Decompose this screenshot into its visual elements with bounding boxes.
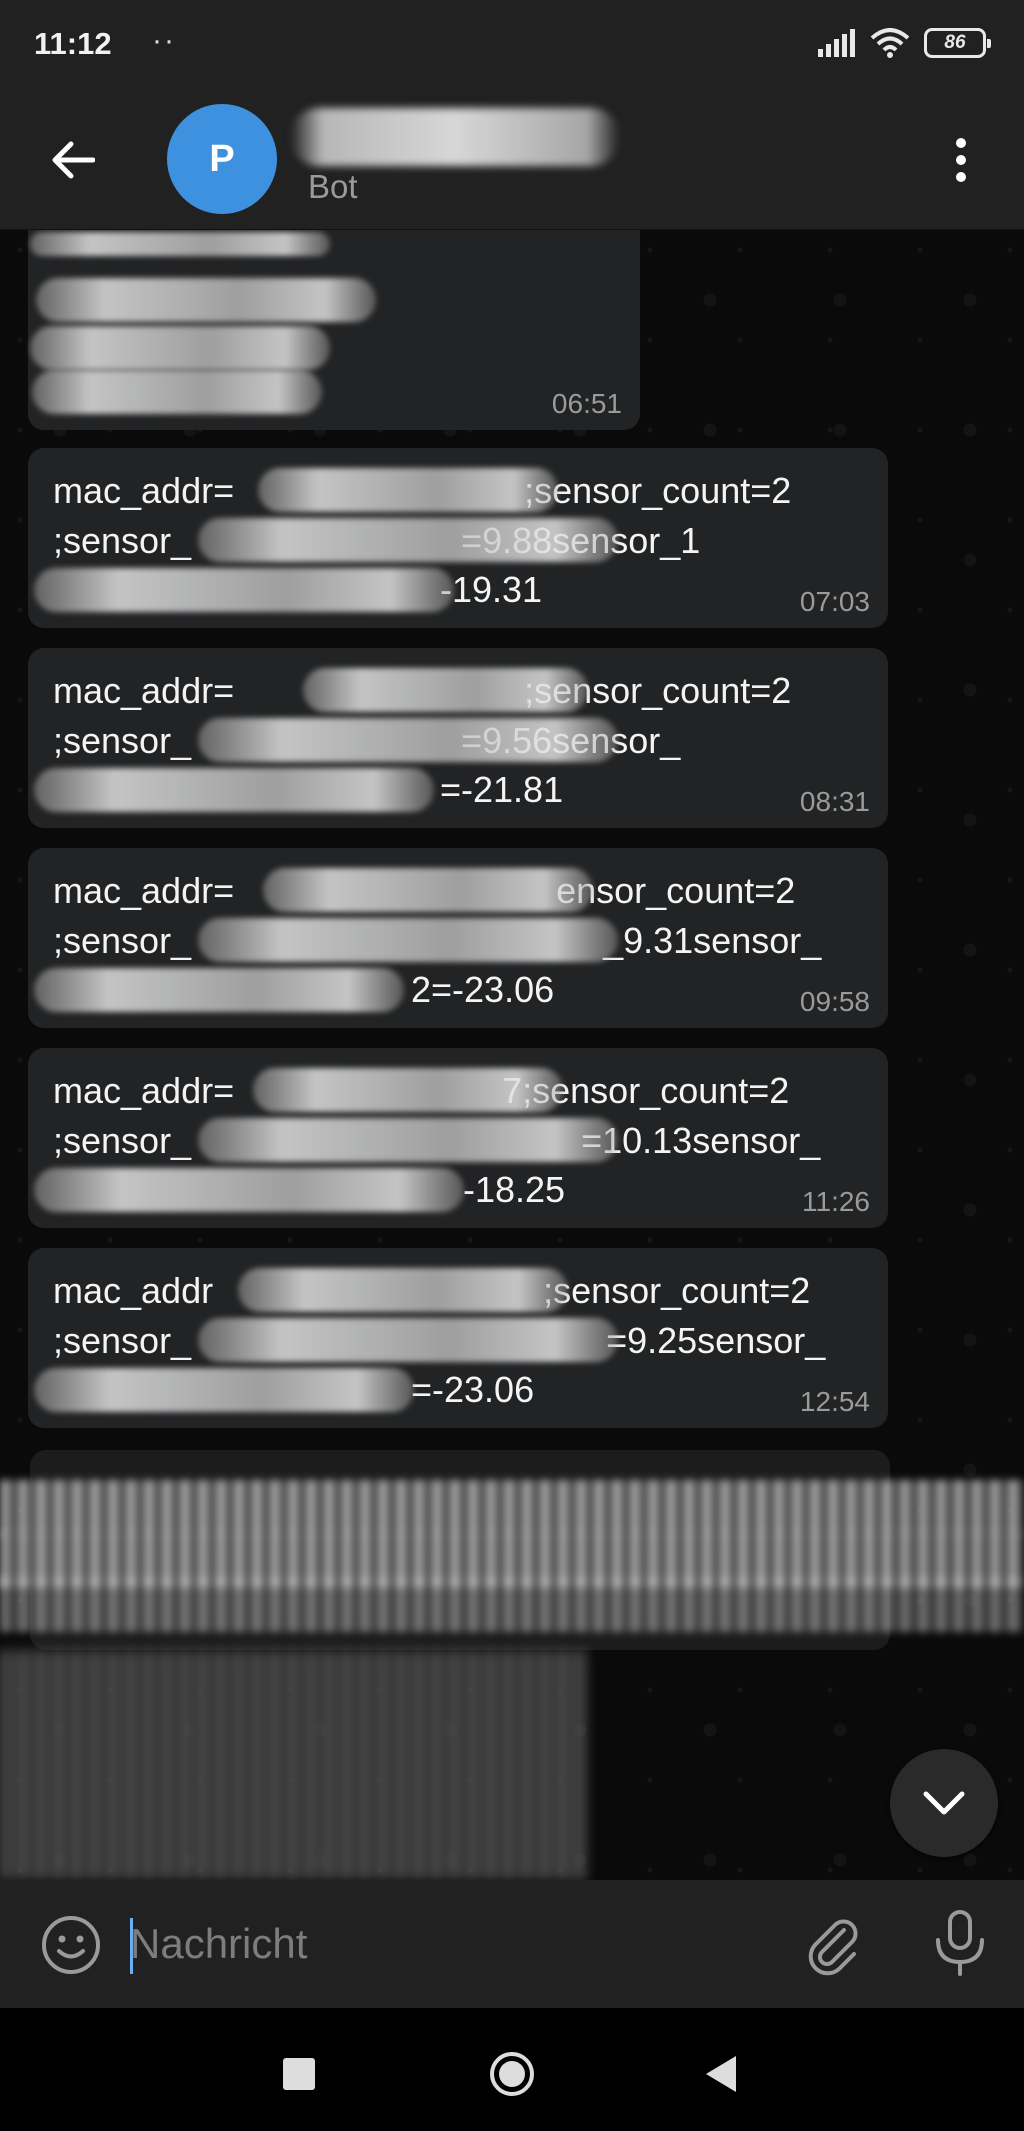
message-time: 08:31 bbox=[799, 786, 870, 817]
redacted-text bbox=[32, 370, 322, 414]
redacted-text bbox=[198, 918, 618, 962]
signal-icon bbox=[818, 29, 855, 57]
more-vert-icon bbox=[956, 138, 966, 182]
message-bubble[interactable]: mac_addr= 7;sensor_count=2 ;sensor_ =10.13… bbox=[28, 1048, 888, 1228]
redacted-text bbox=[36, 278, 376, 322]
redacted-text bbox=[0, 1480, 1024, 1536]
microphone-icon[interactable] bbox=[930, 1910, 990, 1978]
text-part: 2=-23.06 bbox=[411, 969, 555, 1010]
text-part: mac_addr bbox=[53, 1270, 214, 1311]
status-time: 11:12 bbox=[34, 26, 112, 61]
redacted-text bbox=[198, 1118, 618, 1162]
text-part: ;sensor_ bbox=[53, 1319, 192, 1361]
status-icons: 86 bbox=[816, 26, 991, 60]
redacted-text bbox=[30, 326, 330, 370]
redacted-text bbox=[34, 1368, 414, 1412]
message-time: 09:58 bbox=[799, 986, 870, 1017]
text-part: ;sensor_count=2 bbox=[524, 470, 792, 511]
message-bubble[interactable]: mac_addr=;sensor_count=2 ;sensor_=9.88se… bbox=[28, 448, 888, 628]
text-cursor bbox=[130, 1918, 133, 1974]
message-time: 12:54 bbox=[799, 1386, 870, 1417]
chat-title-redacted[interactable] bbox=[290, 108, 620, 166]
text-part: mac_addr= bbox=[53, 1070, 235, 1111]
message-bubble[interactable]: mac_addr ;sensor_count=2 ;sensor_ =9.25sen… bbox=[28, 1248, 888, 1428]
battery-icon: 86 bbox=[924, 28, 991, 58]
nav-home-icon[interactable] bbox=[488, 2050, 536, 2098]
text-part: ;sensor_ bbox=[53, 919, 192, 961]
text-part: -18.25 bbox=[463, 1169, 566, 1210]
text-part: =9.25sensor_ bbox=[606, 1319, 826, 1361]
redacted-text bbox=[34, 1168, 464, 1212]
message-list[interactable]: 06:51 mac_addr= ;sensor_count=2 ;sensor_ =… bbox=[0, 230, 1024, 1880]
message-time: 11:26 bbox=[802, 1186, 870, 1217]
chevron-down-icon bbox=[923, 1791, 965, 1815]
redacted-text bbox=[34, 568, 454, 612]
chat-subtitle: Bot bbox=[308, 168, 358, 205]
wifi-icon bbox=[870, 28, 910, 58]
redacted-text bbox=[198, 1318, 618, 1362]
emoji-icon[interactable] bbox=[40, 1914, 102, 1976]
message-composer bbox=[0, 1880, 1024, 2008]
back-button[interactable] bbox=[44, 132, 100, 188]
message-input[interactable] bbox=[130, 1908, 770, 1980]
redacted-text bbox=[0, 1576, 1024, 1632]
redacted-text bbox=[198, 718, 618, 762]
text-part: ;sensor_ bbox=[53, 719, 192, 761]
redacted-text bbox=[198, 518, 618, 562]
redacted-text bbox=[34, 768, 434, 812]
redacted-text bbox=[0, 1650, 585, 1880]
avatar[interactable]: P bbox=[167, 104, 277, 214]
battery-level: 86 bbox=[944, 32, 966, 53]
text-part: _9.31sensor_ bbox=[603, 919, 822, 961]
redacted-text bbox=[238, 1268, 568, 1312]
redacted-text bbox=[263, 868, 593, 912]
redacted-text bbox=[34, 968, 404, 1012]
scroll-to-bottom-button[interactable] bbox=[890, 1749, 998, 1857]
text-part: ;sensor_ bbox=[53, 1119, 192, 1161]
text-part: =-21.81 bbox=[440, 769, 564, 810]
text-part: mac_addr= bbox=[53, 670, 235, 711]
notification-dots: ·· bbox=[152, 24, 176, 57]
text-part: mac_addr= bbox=[53, 870, 235, 911]
redacted-messages bbox=[0, 1450, 1024, 1880]
text-part: ;sensor_count=2 bbox=[543, 1270, 811, 1311]
text-part: mac_addr= bbox=[53, 470, 235, 511]
redacted-text bbox=[253, 1068, 563, 1112]
text-part: -19.31 bbox=[440, 569, 543, 610]
nav-recent-icon[interactable] bbox=[283, 2058, 315, 2090]
more-options-button[interactable] bbox=[936, 132, 986, 188]
nav-back-icon[interactable] bbox=[700, 2052, 740, 2096]
message-bubble[interactable]: mac_addr=;sensor_count=2 ;sensor_=9.56se… bbox=[28, 648, 888, 828]
message-time: 07:03 bbox=[799, 586, 870, 617]
paperclip-icon[interactable] bbox=[802, 1912, 866, 1976]
message-bubble[interactable]: mac_addr= ensor_count=2 ;sensor_ _9.31sens… bbox=[28, 848, 888, 1028]
chat-header: P Bot bbox=[0, 90, 1024, 230]
redacted-text bbox=[258, 468, 558, 512]
text-part: =-23.06 bbox=[411, 1369, 535, 1410]
message-bubble[interactable]: 06:51 bbox=[28, 230, 640, 430]
redacted-text bbox=[30, 232, 330, 256]
message-time: 06:51 bbox=[551, 388, 622, 419]
system-nav-bar bbox=[0, 2008, 1024, 2131]
redacted-text bbox=[303, 668, 588, 712]
text-part: ;sensor_ bbox=[53, 519, 192, 561]
status-bar: 11:12 ·· 86 bbox=[0, 0, 1024, 90]
back-arrow-icon bbox=[52, 141, 95, 179]
